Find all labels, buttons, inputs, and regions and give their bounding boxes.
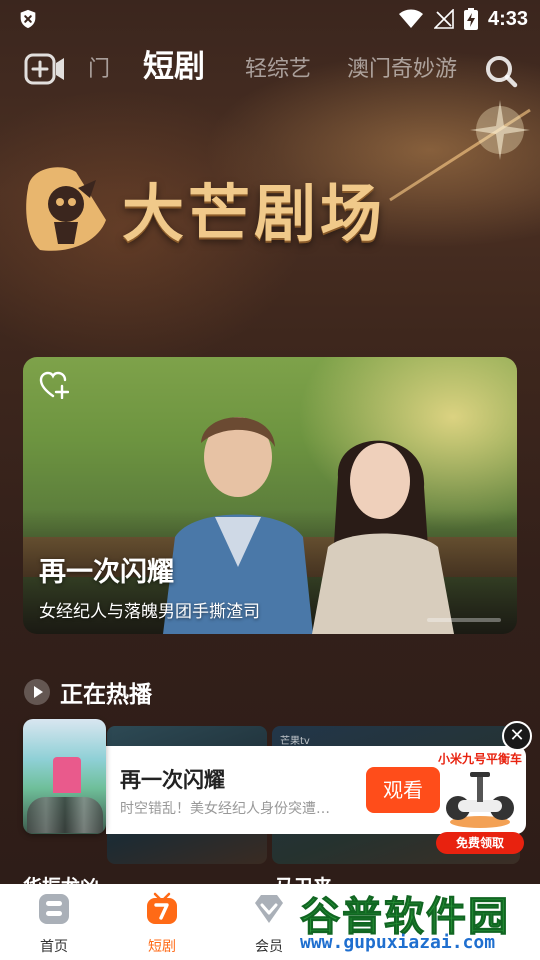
short-drama-icon xyxy=(147,892,177,924)
ad-description: 时空错乱！美女经纪人身份突遭… xyxy=(120,801,330,817)
site-watermark: 谷普软件园 www.gupuxiazai.com xyxy=(296,884,540,956)
tab-light-variety[interactable]: 轻综艺 xyxy=(245,50,311,90)
status-bar: 4:33 xyxy=(0,0,540,38)
tab-macau-trip[interactable]: 澳门奇妙游 xyxy=(347,50,457,90)
search-icon[interactable] xyxy=(484,54,518,88)
featured-card[interactable]: 再一次闪耀 女经纪人与落魄男团手撕渣司 xyxy=(23,357,517,634)
video-add-icon[interactable] xyxy=(24,52,66,86)
featured-subtitle: 女经纪人与落魄男团手撕渣司 xyxy=(39,602,260,622)
nav-short-drama[interactable]: 短剧 xyxy=(127,892,197,956)
promo-claim-button[interactable]: 免费领取 xyxy=(436,832,524,854)
tab-partial[interactable]: 门 xyxy=(88,50,110,90)
nav-home[interactable]: 首页 xyxy=(19,892,89,956)
no-signal-icon xyxy=(433,9,454,29)
brand-title: 大芒剧场 xyxy=(122,177,387,250)
play-circle-icon xyxy=(24,679,50,705)
nav-label: 首页 xyxy=(40,939,68,955)
watermark-url: www.gupuxiazai.com xyxy=(300,932,496,953)
balance-scooter-icon xyxy=(446,772,514,828)
poster-graphic xyxy=(53,757,81,793)
battery-charging-icon xyxy=(463,8,478,30)
sparkle-decoration xyxy=(389,100,531,202)
top-nav: 门 短剧 轻综艺 澳门奇妙游 xyxy=(0,44,540,96)
vip-diamond-icon xyxy=(255,895,283,923)
featured-title: 再一次闪耀 xyxy=(39,557,174,588)
close-icon[interactable]: ✕ xyxy=(502,721,532,751)
featured-image-woman xyxy=(312,440,454,634)
promo-title: 小米九号平衡车 xyxy=(437,752,522,766)
home-icon xyxy=(39,894,69,924)
mango-theater-logo xyxy=(26,167,106,251)
carousel-indicator xyxy=(427,618,501,622)
poster-figures xyxy=(27,797,103,833)
wifi-icon xyxy=(398,9,423,28)
shield-icon xyxy=(20,9,36,29)
tab-short-drama[interactable]: 短剧 xyxy=(143,47,205,87)
section-title: 正在热播 xyxy=(60,682,152,708)
ad-poster[interactable] xyxy=(23,719,106,834)
status-time: 4:33 xyxy=(487,7,528,30)
thumbnail-tag: 芒果tv xyxy=(280,736,310,747)
section-header: 正在热播 xyxy=(23,675,152,709)
ad-title: 再一次闪耀 xyxy=(120,768,225,792)
nav-label: 短剧 xyxy=(148,939,176,955)
nav-label: 会员 xyxy=(255,939,283,955)
brand-banner: 大芒剧场 xyxy=(20,158,386,258)
heart-plus-icon[interactable] xyxy=(39,371,69,399)
nav-vip[interactable]: 会员 xyxy=(234,892,304,956)
status-right: 4:33 xyxy=(398,6,528,32)
promo-widget[interactable]: 小米九号平衡车 免费领取 xyxy=(426,748,534,856)
